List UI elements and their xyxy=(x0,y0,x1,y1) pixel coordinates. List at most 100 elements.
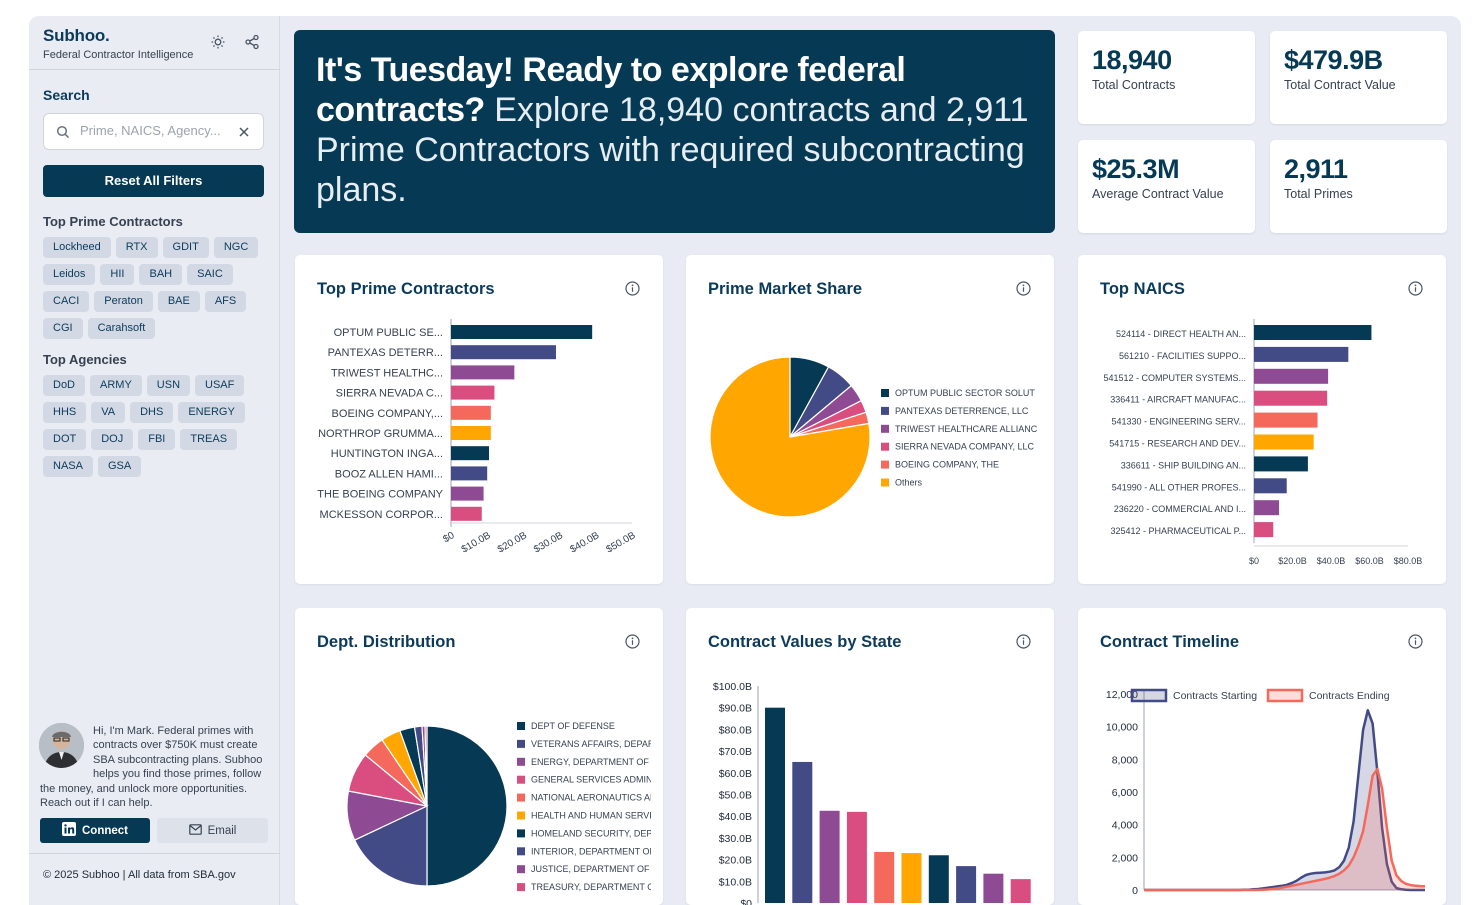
legend-swatch xyxy=(517,757,525,766)
chart-svg: DEPT OF DEFENSE VETERANS AFFAIRS, DEPARTM… xyxy=(346,721,663,892)
prime-chip-peraton[interactable]: Peraton xyxy=(94,291,153,312)
share-icon[interactable] xyxy=(244,34,260,50)
tick-label: $0 xyxy=(1249,556,1259,566)
prime-chip-afs[interactable]: AFS xyxy=(204,291,247,312)
sun-icon[interactable] xyxy=(210,34,226,50)
tick-label: $0 xyxy=(441,530,457,545)
stat-label: Average Contract Value xyxy=(1092,187,1224,201)
bar xyxy=(928,855,949,903)
tick-label: $50.0B xyxy=(605,530,638,556)
bar-label: OPTUM PUBLIC SE... xyxy=(334,327,443,339)
tick-label: 8,000 xyxy=(1112,754,1138,766)
prime-chip-cgi[interactable]: CGI xyxy=(43,318,83,339)
bar-label: 524114 - DIRECT HEALTH AN... xyxy=(1116,329,1246,339)
legend-swatch xyxy=(517,775,525,784)
legend-swatch xyxy=(517,865,525,874)
prime-chip-leidos[interactable]: Leidos xyxy=(43,264,96,285)
agency-chip-va[interactable]: VA xyxy=(91,402,126,423)
agency-chip-doj[interactable]: DOJ xyxy=(91,429,134,450)
chart-svg: $0 $10.0B $20.0B $30.0B $40.0B $50.0B $60.0B $7… xyxy=(713,681,1031,905)
prime-chip-rtx[interactable]: RTX xyxy=(115,237,158,258)
bar xyxy=(1254,500,1280,516)
bar xyxy=(1254,390,1328,406)
bar xyxy=(765,707,785,903)
agency-chip-dot[interactable]: DOT xyxy=(43,429,87,450)
legend-swatch xyxy=(517,739,525,748)
stat-value: $479.9B xyxy=(1284,45,1383,75)
prime-chip-carahsoft[interactable]: Carahsoft xyxy=(87,318,156,339)
legend-label: OPTUM PUBLIC SECTOR SOLUT xyxy=(895,388,1035,398)
bar xyxy=(451,486,484,501)
search-input[interactable] xyxy=(80,123,230,138)
bar-label: 541990 - ALL OTHER PROFES... xyxy=(1112,482,1246,492)
agency-chip-dhs[interactable]: DHS xyxy=(130,402,174,423)
email-label: Email xyxy=(207,824,237,837)
prime-chip-hii[interactable]: HII xyxy=(100,264,135,285)
prime-chip-ngc[interactable]: NGC xyxy=(213,237,259,258)
app-window: Subhoo. Federal Contractor Intelligence … xyxy=(29,16,1461,905)
prime-chip-lockheed[interactable]: Lockheed xyxy=(43,237,111,258)
legend-label: JUSTICE, DEPARTMENT OF xyxy=(531,864,650,874)
legend-label: TRIWEST HEALTHCARE ALLIANC xyxy=(895,424,1038,434)
agency-chip-army[interactable]: ARMY xyxy=(90,375,142,396)
stat-average-value: $25.3M Average Contract Value xyxy=(1078,140,1255,233)
tick-label: $80.0B xyxy=(1394,556,1423,566)
top-agencies-label: Top Agencies xyxy=(43,352,127,367)
legend-label: GENERAL SERVICES ADMINISTI xyxy=(531,775,663,785)
bar-label: 336611 - SHIP BUILDING AN... xyxy=(1121,460,1246,470)
email-button[interactable]: Email xyxy=(157,818,268,843)
tick-label: 2,000 xyxy=(1112,852,1138,864)
bar-label: BOOZ ALLEN HAMI... xyxy=(335,468,443,480)
prime-chip-gdit[interactable]: GDIT xyxy=(162,237,209,258)
bar-label: HUNTINGTON INGA... xyxy=(331,448,443,460)
agency-chip-dod[interactable]: DoD xyxy=(43,375,86,396)
tick-label: 0 xyxy=(1132,885,1138,897)
search-box[interactable] xyxy=(43,113,264,150)
agency-chip-gsa[interactable]: GSA xyxy=(97,456,142,477)
legend-swatch xyxy=(517,847,525,856)
stat-value: 2,911 xyxy=(1284,154,1348,184)
card-dept-distribution: Dept. Distribution DEPT OF DEFENSE VETERA… xyxy=(295,608,663,905)
close-icon[interactable] xyxy=(238,125,250,143)
agency-chip-usaf[interactable]: USAF xyxy=(195,375,245,396)
bar-label: BOEING COMPANY,... xyxy=(332,408,443,420)
bar xyxy=(451,446,490,461)
card-market-share: Prime Market Share OPTUM PUBLIC SECTOR S… xyxy=(686,255,1054,584)
prime-chip-bah[interactable]: BAH xyxy=(139,264,183,285)
chart-svg: OPTUM PUBLIC SE... PANTEXAS DETERR... TRIW… xyxy=(317,319,638,556)
prime-chip-caci[interactable]: CACI xyxy=(43,291,90,312)
agency-chip-treas[interactable]: TREAS xyxy=(180,429,238,450)
tick-label: 6,000 xyxy=(1112,787,1138,799)
bar xyxy=(1254,434,1314,450)
reset-filters-button[interactable]: Reset All Filters xyxy=(43,165,264,197)
agency-chip-hhs[interactable]: HHS xyxy=(43,402,87,423)
mail-icon xyxy=(188,823,202,838)
prime-chip-saic[interactable]: SAIC xyxy=(187,264,233,285)
tick-label: $40.0B xyxy=(1317,556,1346,566)
agency-filter-chips: DoD ARMY USN USAF HHS VA DHS ENERGY DOT DOJ FBI TRE… xyxy=(43,375,268,477)
legend-label: DEPT OF DEFENSE xyxy=(531,721,615,731)
legend-label: Others xyxy=(895,478,923,488)
connect-button[interactable]: Connect xyxy=(40,818,150,843)
card-state-values: Contract Values by State $0 $10.0B $20.0B $… xyxy=(686,608,1054,905)
agency-chip-nasa[interactable]: NASA xyxy=(43,456,93,477)
tick-label: $40.0B xyxy=(568,530,601,556)
legend-swatch xyxy=(881,424,889,433)
header-divider xyxy=(29,69,280,70)
pie-slice xyxy=(426,725,508,887)
bar-label: SIERRA NEVADA C... xyxy=(336,388,443,400)
legend-swatch xyxy=(517,811,525,820)
agency-chip-energy[interactable]: ENERGY xyxy=(178,402,245,423)
legend-label: PANTEXAS DETERRENCE, LLC xyxy=(895,406,1029,416)
agency-chip-fbi[interactable]: FBI xyxy=(138,429,176,450)
legend-swatch xyxy=(881,478,889,487)
prime-chip-bae[interactable]: BAE xyxy=(157,291,200,312)
bar xyxy=(846,811,867,903)
bar-label: 541330 - ENGINEERING SERV... xyxy=(1111,417,1246,427)
agency-chip-usn[interactable]: USN xyxy=(146,375,191,396)
hero-text: It's Tuesday! Ready to explore federal c… xyxy=(316,50,1033,210)
footer-text: © 2025 Subhoo | All data from SBA.gov xyxy=(43,869,236,881)
bar xyxy=(1010,879,1031,903)
tick-label: $30.0B xyxy=(719,833,752,845)
tick-label: $20.0B xyxy=(1278,556,1307,566)
